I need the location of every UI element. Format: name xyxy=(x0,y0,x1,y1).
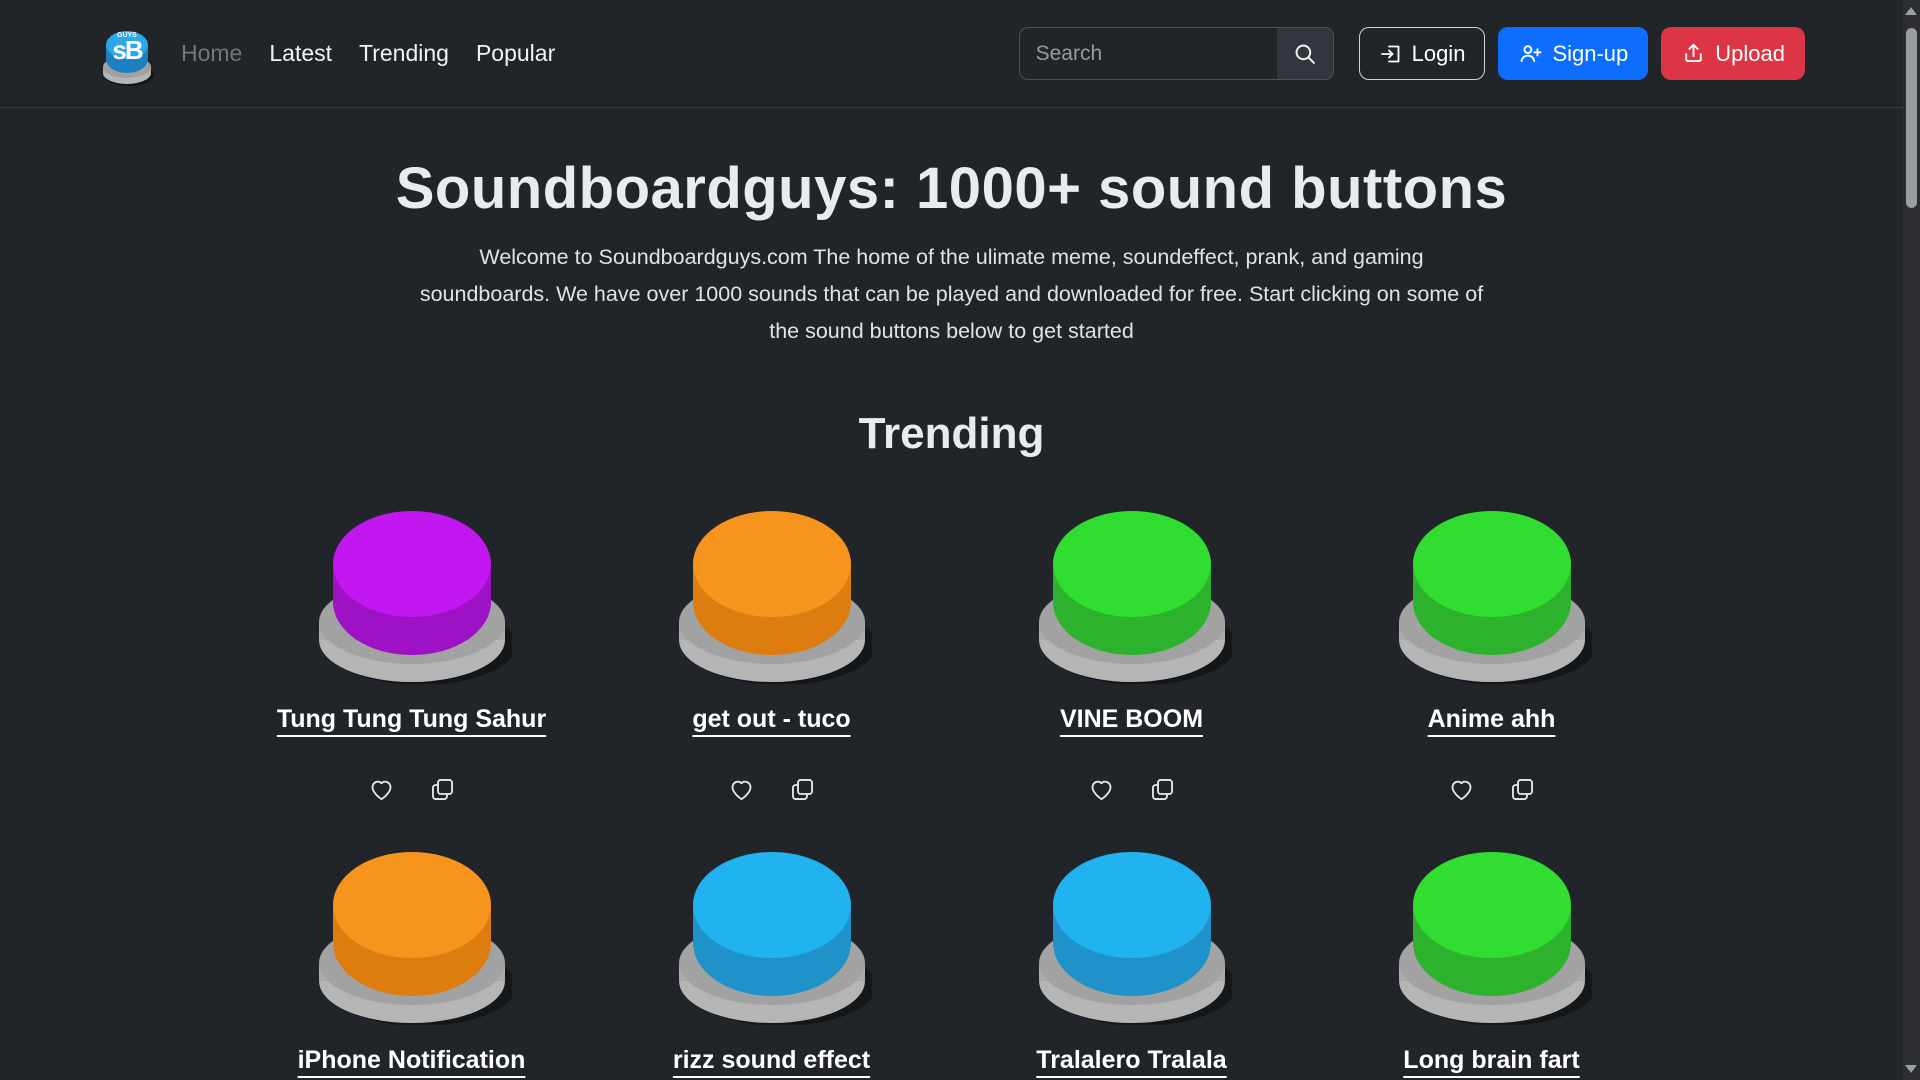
page-title: Soundboardguys: 1000+ sound buttons xyxy=(0,155,1903,222)
sound-actions xyxy=(728,776,816,803)
sound-title-link[interactable]: rizz sound effect xyxy=(673,1046,870,1075)
sound-title-link[interactable]: Tung Tung Tung Sahur xyxy=(277,705,546,734)
login-button[interactable]: Login xyxy=(1359,27,1486,80)
sound-actions xyxy=(1088,776,1176,803)
sound-actions xyxy=(1448,776,1536,803)
logo-letters: sB xyxy=(112,35,142,65)
sound-title-link[interactable]: get out - tuco xyxy=(692,705,850,734)
scrollbar-down-arrow[interactable] xyxy=(1903,1060,1920,1077)
sound-play-button[interactable] xyxy=(312,504,512,684)
favorite-button[interactable] xyxy=(728,776,755,803)
sound-card: rizz sound effect xyxy=(592,845,952,1080)
copy-icon xyxy=(1509,776,1536,803)
page-description: Welcome to Soundboardguys.com The home o… xyxy=(412,239,1492,350)
navbar: GUYS sB Home Latest Trending Popular Log… xyxy=(0,0,1903,108)
main-content: Soundboardguys: 1000+ sound buttons Welc… xyxy=(0,155,1903,1080)
sound-card: Tralalero Tralala xyxy=(952,845,1312,1080)
nav-link-popular[interactable]: Popular xyxy=(476,40,555,67)
sound-card: VINE BOOM xyxy=(952,504,1312,803)
sound-button-graphic xyxy=(312,845,512,1025)
sound-play-button[interactable] xyxy=(312,845,512,1025)
sound-card: iPhone Notification xyxy=(232,845,592,1080)
sound-card: get out - tuco xyxy=(592,504,952,803)
favorite-button[interactable] xyxy=(368,776,395,803)
sound-button-graphic xyxy=(672,504,872,684)
sound-actions xyxy=(368,776,456,803)
copy-button[interactable] xyxy=(429,776,456,803)
sound-play-button[interactable] xyxy=(672,845,872,1025)
search-icon xyxy=(1292,41,1318,67)
upload-label: Upload xyxy=(1715,41,1785,67)
nav-link-trending[interactable]: Trending xyxy=(359,40,449,67)
search-group xyxy=(1019,27,1334,80)
copy-icon xyxy=(429,776,456,803)
sound-play-button[interactable] xyxy=(672,504,872,684)
heart-icon xyxy=(368,776,395,803)
site-logo[interactable]: GUYS sB xyxy=(95,19,159,89)
search-input[interactable] xyxy=(1019,27,1277,80)
sound-button-graphic xyxy=(1032,504,1232,684)
upload-icon xyxy=(1681,41,1706,66)
scrollbar-thumb[interactable] xyxy=(1906,28,1917,208)
copy-button[interactable] xyxy=(1149,776,1176,803)
scrollbar-up-arrow[interactable] xyxy=(1903,3,1920,20)
favorite-button[interactable] xyxy=(1448,776,1475,803)
sound-card: Anime ahh xyxy=(1312,504,1672,803)
nav-links: Home Latest Trending Popular xyxy=(181,40,555,67)
sound-title-link[interactable]: Anime ahh xyxy=(1428,705,1556,734)
trending-heading: Trending xyxy=(0,409,1903,459)
nav-link-home[interactable]: Home xyxy=(181,40,242,67)
copy-button[interactable] xyxy=(1509,776,1536,803)
upload-button[interactable]: Upload xyxy=(1661,27,1805,80)
sound-title-link[interactable]: Tralalero Tralala xyxy=(1036,1046,1226,1075)
sound-play-button[interactable] xyxy=(1032,845,1232,1025)
heart-icon xyxy=(1448,776,1475,803)
nav-right-group: Login Sign-up Upload xyxy=(1019,27,1805,80)
login-label: Login xyxy=(1412,41,1466,67)
sound-title-link[interactable]: Long brain fart xyxy=(1403,1046,1579,1075)
sound-play-button[interactable] xyxy=(1392,845,1592,1025)
copy-icon xyxy=(1149,776,1176,803)
heart-icon xyxy=(728,776,755,803)
sound-title-link[interactable]: iPhone Notification xyxy=(298,1046,526,1075)
sound-button-graphic xyxy=(672,845,872,1025)
copy-icon xyxy=(789,776,816,803)
scrollbar[interactable] xyxy=(1903,0,1920,1080)
favorite-button[interactable] xyxy=(1088,776,1115,803)
sound-card: Tung Tung Tung Sahur xyxy=(232,504,592,803)
sound-play-button[interactable] xyxy=(1392,504,1592,684)
login-icon xyxy=(1379,42,1403,66)
signup-button[interactable]: Sign-up xyxy=(1498,27,1648,80)
sound-button-graphic xyxy=(1032,845,1232,1025)
search-button[interactable] xyxy=(1277,27,1334,80)
nav-link-latest[interactable]: Latest xyxy=(269,40,332,67)
sound-title-link[interactable]: VINE BOOM xyxy=(1060,705,1203,734)
signup-label: Sign-up xyxy=(1552,41,1628,67)
sound-button-graphic xyxy=(1392,504,1592,684)
sound-button-graphic xyxy=(312,504,512,684)
heart-icon xyxy=(1088,776,1115,803)
sounds-grid: Tung Tung Tung Sahur xyxy=(232,504,1672,1080)
sound-button-graphic xyxy=(1392,845,1592,1025)
person-plus-icon xyxy=(1518,41,1543,66)
sound-card: Long brain fart xyxy=(1312,845,1672,1080)
sound-play-button[interactable] xyxy=(1032,504,1232,684)
copy-button[interactable] xyxy=(789,776,816,803)
